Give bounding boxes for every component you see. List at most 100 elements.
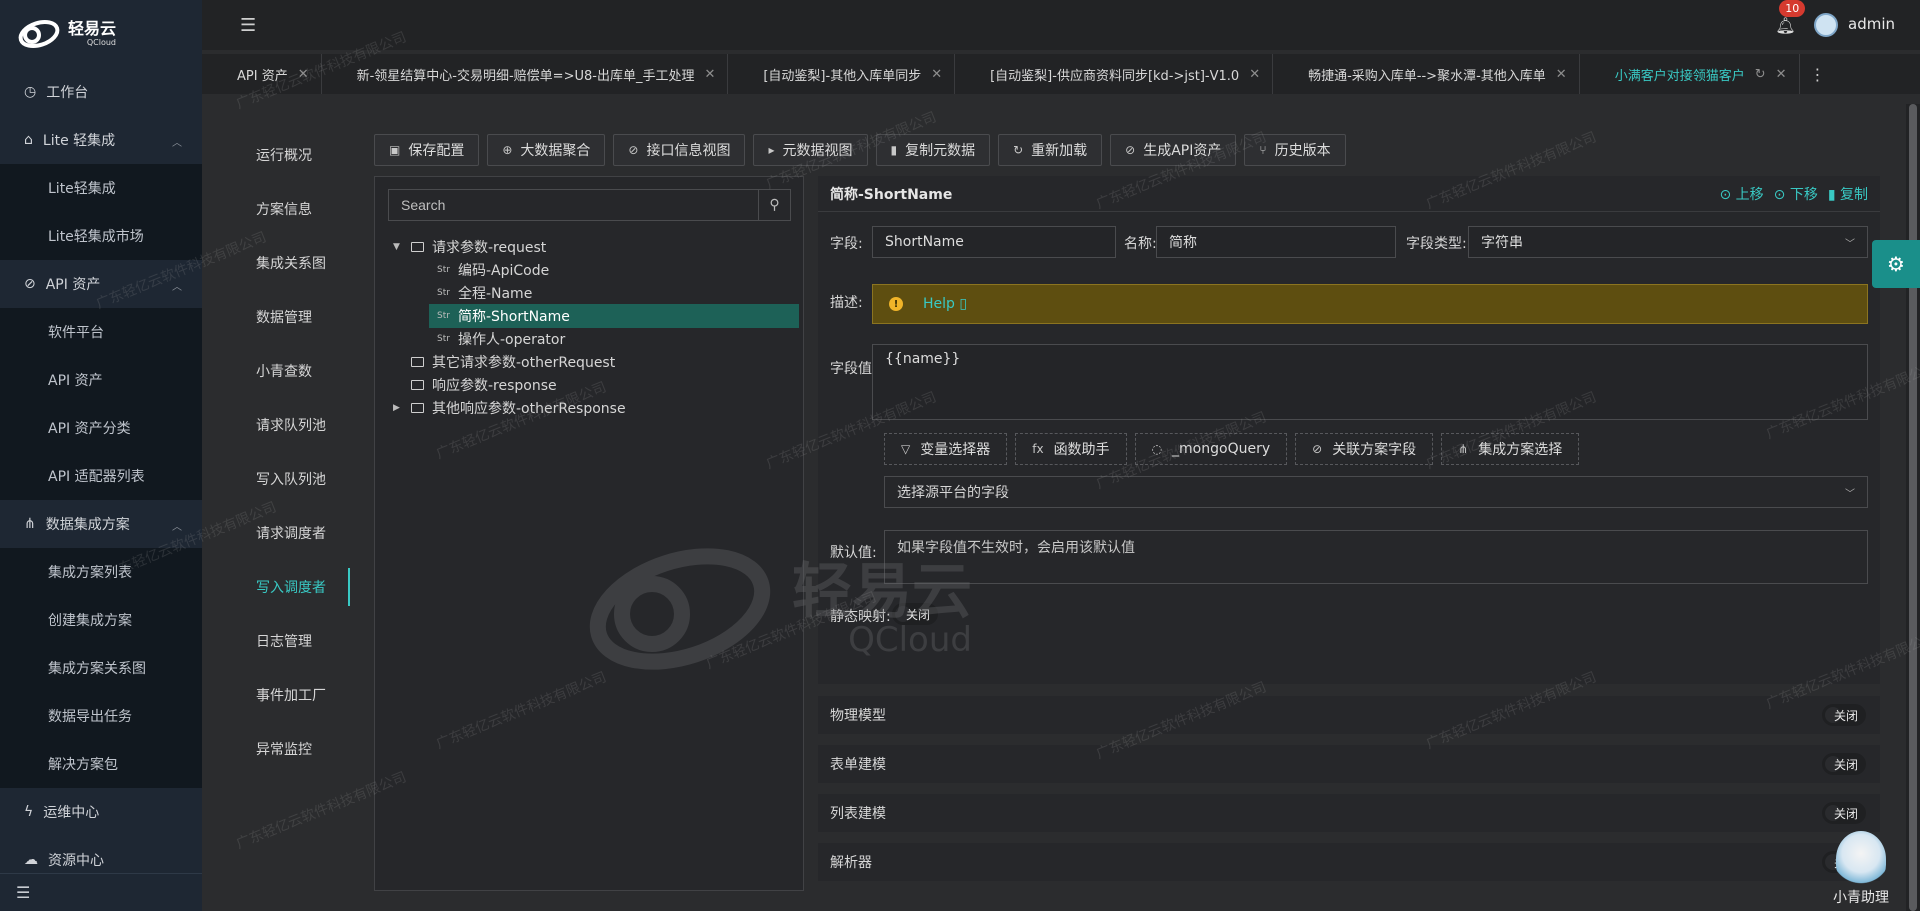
section-toggle[interactable]: 关闭	[1822, 753, 1866, 775]
tab-item[interactable]: 畅捷通-采购入库单-->聚水潭-其他入库单 ✕	[1273, 54, 1580, 94]
tree-node[interactable]: Str 操作人-operator	[437, 327, 565, 351]
helper-button[interactable]: ◌ _mongoQuery	[1134, 433, 1288, 465]
caret-down-icon[interactable]: ▼	[393, 242, 403, 252]
tree-node[interactable]: Str 全程-Name	[437, 281, 532, 305]
tree-node[interactable]: 其它请求参数-otherRequest	[393, 350, 615, 374]
sidebar-subitem[interactable]: 创建集成方案	[0, 596, 202, 644]
close-icon[interactable]: ✕	[1556, 67, 1567, 82]
tree-node[interactable]: Str 编码-ApiCode	[437, 258, 549, 282]
sidebar-item[interactable]: ◷ 工作台	[0, 68, 202, 116]
subnav-item[interactable]: 写入队列池	[202, 452, 350, 506]
search-button[interactable]: ⚲	[758, 190, 790, 220]
tab-more-button[interactable]: ⋮	[1810, 54, 1826, 94]
sidebar-subitem[interactable]: API 资产	[0, 356, 202, 404]
close-icon[interactable]: ✕	[1776, 67, 1787, 82]
brand-logo[interactable]: 轻易云 QCloud	[0, 0, 202, 68]
toolbar-button[interactable]: ▣ 保存配置	[374, 134, 480, 166]
toolbar-button[interactable]: ▸ 元数据视图	[753, 134, 868, 166]
sidebar-subitem[interactable]: 软件平台	[0, 308, 202, 356]
sidebar-item[interactable]: ϟ 运维中心	[0, 788, 202, 836]
close-icon[interactable]: ✕	[931, 67, 942, 82]
helper-button[interactable]: ⋔ 集成方案选择	[1441, 433, 1580, 465]
bulb-icon: ◌	[1151, 442, 1163, 456]
sidebar-subitem[interactable]: Lite轻集成	[0, 164, 202, 212]
default-value-textarea[interactable]: 如果字段值不生效时，会启用该默认值	[884, 530, 1868, 584]
tree-node[interactable]: ▼ 请求参数-request	[393, 235, 546, 259]
collapsible-section[interactable]: 表单建模 关闭	[818, 745, 1880, 783]
subnav-item[interactable]: 日志管理	[202, 614, 350, 668]
tree-node-label: 编码-ApiCode	[457, 263, 550, 279]
subnav-item[interactable]: 写入调度者	[202, 560, 350, 614]
close-icon[interactable]: ✕	[298, 67, 309, 82]
toolbar-button[interactable]: ⊘ 生成API资产	[1110, 134, 1237, 166]
subnav-item[interactable]: 运行概况	[202, 128, 350, 182]
move-up-label: 上移	[1735, 187, 1764, 203]
subnav-item[interactable]: 数据管理	[202, 290, 350, 344]
collapsible-section[interactable]: 解析器关闭	[818, 843, 1880, 881]
type-select[interactable]: 字符串 ﹀	[1468, 226, 1868, 258]
close-icon[interactable]: ✕	[1249, 67, 1260, 82]
name-input[interactable]: 简称	[1156, 226, 1396, 258]
user-menu[interactable]: admin	[1813, 13, 1895, 37]
subnav-item[interactable]: 异常监控	[202, 722, 350, 776]
close-icon[interactable]: ✕	[704, 67, 715, 82]
sidebar-item[interactable]: ⋔ 数据集成方案 ︿	[0, 500, 202, 548]
toolbar-button[interactable]: ⊘ 接口信息视图	[613, 134, 746, 166]
move-down-button[interactable]: ⊙ 下移	[1774, 184, 1818, 204]
subnav-item[interactable]: 方案信息	[202, 182, 350, 236]
move-up-button[interactable]: ⊙ 上移	[1719, 184, 1763, 204]
page-scrollbar[interactable]	[1906, 104, 1920, 911]
sidebar-subitem[interactable]: API 资产分类	[0, 404, 202, 452]
toolbar-button[interactable]: ↻ 重新加载	[998, 134, 1103, 166]
menu-toggle-icon[interactable]: ☰	[240, 15, 256, 36]
collapsible-section[interactable]: 列表建模 关闭	[818, 794, 1880, 832]
sidebar-collapse-button[interactable]: ☰	[0, 873, 202, 911]
settings-float-button[interactable]: ⚙	[1872, 240, 1920, 288]
sidebar-subitem[interactable]: 解决方案包	[0, 740, 202, 788]
notification-bell[interactable]: 🔔︎ 10	[1775, 0, 1806, 35]
section-toggle[interactable]: 关闭	[1822, 802, 1866, 824]
tab-item[interactable]: [自动鉴梨]-供应商资料同步[kd->jst]-V1.0 ✕	[955, 54, 1274, 94]
scroll-thumb[interactable]	[1909, 104, 1917, 911]
helper-button[interactable]: ⊘ 关联方案字段	[1295, 433, 1434, 465]
arrow-up-circle-icon: ⊙	[1719, 187, 1732, 203]
string-type-icon: Str	[437, 334, 450, 344]
sidebar-item[interactable]: ⌂ Lite 轻集成 ︿	[0, 116, 202, 164]
value-textarea[interactable]: {{name}}	[872, 344, 1868, 420]
help-link[interactable]: Help ▯	[923, 296, 967, 312]
tree-node[interactable]: ▶ 其他响应参数-otherResponse	[393, 396, 626, 420]
toolbar-button[interactable]: ⊕ 大数据聚合	[487, 134, 606, 166]
helper-button[interactable]: ▽ 变量选择器	[884, 433, 1008, 465]
field-input[interactable]: ShortName	[872, 226, 1116, 258]
sidebar-subitem[interactable]: 数据导出任务	[0, 692, 202, 740]
tree-node[interactable]: 响应参数-response	[393, 373, 557, 397]
static-map-toggle[interactable]: 关闭	[892, 603, 938, 625]
tab-item[interactable]: 新-领星结算中心-交易明细-赔偿单=>U8-出库单_手工处理 ✕	[322, 54, 729, 94]
reload-icon[interactable]: ↻	[1755, 67, 1766, 82]
sidebar-item[interactable]: ⊘ API 资产 ︿	[0, 260, 202, 308]
section-toggle[interactable]: 关闭	[1822, 704, 1866, 726]
subnav-item[interactable]: 小青查数	[202, 344, 350, 398]
assistant-widget[interactable]: 小青助理	[1828, 831, 1894, 911]
sidebar-subitem[interactable]: Lite轻集成市场	[0, 212, 202, 260]
subnav-item[interactable]: 请求调度者	[202, 506, 350, 560]
toolbar-button[interactable]: ▮ 复制元数据	[875, 134, 991, 166]
tab-item[interactable]: 小满客户对接领猫客户 ↻ ✕	[1580, 54, 1800, 94]
subnav-item[interactable]: 集成关系图	[202, 236, 350, 290]
sidebar-subitem[interactable]: API 适配器列表	[0, 452, 202, 500]
detail-title: 简称-ShortName	[830, 186, 953, 203]
tree-node[interactable]: Str 简称-ShortName	[429, 304, 799, 328]
helper-button[interactable]: fx 函数助手	[1015, 433, 1127, 465]
subnav-item[interactable]: 事件加工厂	[202, 668, 350, 722]
tab-item[interactable]: API 资产 ✕	[202, 54, 322, 94]
sidebar-subitem[interactable]: 集成方案关系图	[0, 644, 202, 692]
subnav-item[interactable]: 请求队列池	[202, 398, 350, 452]
tab-item[interactable]: [自动鉴梨]-其他入库单同步 ✕	[728, 54, 956, 94]
source-field-select[interactable]: 选择源平台的字段 ﹀	[884, 476, 1868, 508]
toolbar-button[interactable]: ⑂ 历史版本	[1244, 134, 1346, 166]
search-input[interactable]	[389, 190, 758, 220]
caret-right-icon[interactable]: ▶	[393, 403, 403, 413]
collapsible-section[interactable]: 物理模型 关闭	[818, 696, 1880, 734]
sidebar-subitem[interactable]: 集成方案列表	[0, 548, 202, 596]
copy-button[interactable]: ▮ 复制	[1828, 184, 1868, 204]
